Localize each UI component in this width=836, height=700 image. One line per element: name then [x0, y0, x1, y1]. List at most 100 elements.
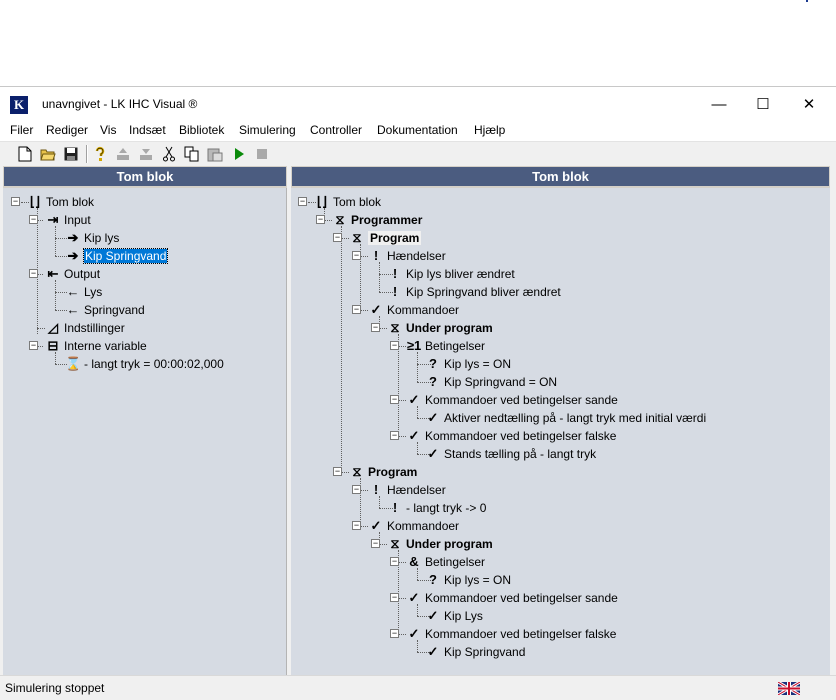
tree-node-kommandoer[interactable]: ✓ Kommandoer — [368, 517, 460, 535]
status-text: Simulering stoppet — [5, 681, 105, 695]
collapse-toggle[interactable]: − — [390, 431, 399, 440]
tree-node-event[interactable]: ! Kip lys bliver ændret — [387, 265, 515, 283]
new-file-icon[interactable] — [17, 146, 33, 162]
tree-node-commands-false[interactable]: ✓ Kommandoer ved betingelser falske — [406, 625, 617, 643]
settings-icon: ◿ — [48, 320, 58, 335]
window-title: unavngivet - LK IHC Visual ® — [42, 97, 198, 111]
menu-indsaet[interactable]: Indsæt — [129, 123, 166, 137]
question-icon: ? — [429, 572, 437, 587]
collapse-toggle[interactable]: − — [298, 197, 307, 206]
and-condition-icon: & — [409, 554, 419, 569]
check-icon: ✓ — [370, 518, 382, 533]
tree-node-programmer[interactable]: ⧖ Programmer — [332, 211, 422, 229]
tree-node-kip-lys[interactable]: ➔ Kip lys — [65, 229, 120, 247]
toolbar — [0, 141, 836, 167]
collapse-toggle[interactable]: − — [316, 215, 325, 224]
event-icon: ! — [392, 500, 398, 515]
uk-flag-icon[interactable] — [778, 682, 800, 695]
help-icon[interactable] — [92, 146, 108, 162]
collapse-toggle[interactable]: − — [371, 323, 380, 332]
tree-node-input[interactable]: ⇥ Input — [45, 211, 91, 229]
tree-node-event[interactable]: ! - langt tryk -> 0 — [387, 499, 487, 517]
tree-node-command[interactable]: ✓ Stands tælling på - langt tryk — [425, 445, 597, 463]
tree-node-program[interactable]: ⧖ Program — [349, 229, 422, 247]
tree-node-betingelser[interactable]: & Betingelser — [406, 553, 485, 571]
menu-controller[interactable]: Controller — [310, 123, 362, 137]
tree-node-condition[interactable]: ? Kip lys = ON — [425, 571, 511, 589]
collapse-toggle[interactable]: − — [352, 305, 361, 314]
tree-node-commands-false[interactable]: ✓ Kommandoer ved betingelser falske — [406, 427, 617, 445]
menu-dokumentation[interactable]: Dokumentation — [377, 123, 458, 137]
cut-icon[interactable] — [161, 146, 177, 162]
tree-node-kommandoer[interactable]: ✓ Kommandoer — [368, 301, 460, 319]
collapse-toggle[interactable]: − — [29, 215, 38, 224]
tree-node-command[interactable]: ✓ Kip Springvand — [425, 643, 526, 661]
tree-node-springvand[interactable]: ← Springvand — [65, 301, 145, 319]
collapse-toggle[interactable]: − — [371, 539, 380, 548]
check-icon: ✓ — [427, 410, 439, 425]
event-icon: ! — [392, 266, 398, 281]
tree-node-program[interactable]: ⧖ Program — [349, 463, 417, 481]
menu-bibliotek[interactable]: Bibliotek — [179, 123, 224, 137]
collapse-toggle[interactable]: − — [390, 341, 399, 350]
tree-node-haendelser[interactable]: ! Hændelser — [368, 247, 446, 265]
collapse-toggle[interactable]: − — [352, 521, 361, 530]
copy-icon[interactable] — [184, 146, 200, 162]
tree-node-output[interactable]: ⇤ Output — [45, 265, 100, 283]
tree-node-command[interactable]: ✓ Aktiver nedtælling på - langt tryk med … — [425, 409, 707, 427]
download-icon[interactable] — [138, 146, 154, 162]
block-icon: ⌊⌋ — [316, 194, 328, 209]
menu-filer[interactable]: Filer — [10, 123, 33, 137]
tree-node-langt-tryk[interactable]: ⌛ - langt tryk = 00:00:02,000 — [65, 355, 224, 373]
tree-node-commands-true[interactable]: ✓ Kommandoer ved betingelser sande — [406, 391, 618, 409]
tree-node-event[interactable]: ! Kip Springvand bliver ændret — [387, 283, 561, 301]
tree-node-condition[interactable]: ? Kip lys = ON — [425, 355, 511, 373]
tree-node-tom-blok[interactable]: ⌊⌋ Tom blok — [314, 193, 381, 211]
left-tree[interactable]: − − − − ⌊⌋ Tom blok ⇥ Input ➔ Kip lys ➔ Kip … — [3, 188, 287, 675]
menu-simulering[interactable]: Simulering — [239, 123, 296, 137]
tree-node-condition[interactable]: ? Kip Springvand = ON — [425, 373, 557, 391]
collapse-toggle[interactable]: − — [352, 251, 361, 260]
tree-node-interne-variable[interactable]: ⊟ Interne variable — [45, 337, 147, 355]
stop-icon[interactable] — [254, 146, 270, 162]
open-folder-icon[interactable] — [40, 146, 56, 162]
tree-node-kip-springvand[interactable]: ➔ Kip Springvand — [65, 247, 169, 265]
menu-rediger[interactable]: Rediger — [46, 123, 88, 137]
run-icon[interactable] — [231, 146, 247, 162]
tree-node-haendelser[interactable]: ! Hændelser — [368, 481, 446, 499]
collapse-toggle[interactable]: − — [390, 395, 399, 404]
title-bar: K unavngivet - LK IHC Visual ® — ☐ ✕ — [0, 87, 836, 121]
menu-vis[interactable]: Vis — [100, 123, 116, 137]
tree-node-betingelser[interactable]: ≥1 Betingelser — [406, 337, 485, 355]
collapse-toggle[interactable]: − — [29, 341, 38, 350]
minimize-button[interactable]: — — [696, 87, 742, 121]
tree-node-lys[interactable]: ← Lys — [65, 283, 103, 301]
tree-node-command[interactable]: ✓ Kip Lys — [425, 607, 483, 625]
question-icon: ? — [429, 374, 437, 389]
save-icon[interactable] — [63, 146, 79, 162]
program-icon: ⧖ — [352, 230, 362, 245]
collapse-toggle[interactable]: − — [390, 593, 399, 602]
tree-node-under-program[interactable]: ⧖ Under program — [387, 535, 492, 553]
collapse-toggle[interactable]: − — [333, 467, 342, 476]
menu-hjaelp[interactable]: Hjælp — [474, 123, 505, 137]
app-logo-icon: K — [10, 96, 28, 114]
check-icon: ✓ — [427, 446, 439, 461]
collapse-toggle[interactable]: − — [333, 233, 342, 242]
close-button[interactable]: ✕ — [786, 87, 832, 121]
event-icon: ! — [373, 248, 379, 263]
tree-node-tom-blok[interactable]: ⌊⌋ Tom blok — [27, 193, 94, 211]
upload-icon[interactable] — [115, 146, 131, 162]
collapse-toggle[interactable]: − — [352, 485, 361, 494]
maximize-button[interactable]: ☐ — [740, 87, 786, 121]
tree-node-commands-true[interactable]: ✓ Kommandoer ved betingelser sande — [406, 589, 618, 607]
collapse-toggle[interactable]: − — [11, 197, 20, 206]
collapse-toggle[interactable]: − — [390, 629, 399, 638]
check-icon: ✓ — [408, 392, 420, 407]
tree-node-indstillinger[interactable]: ◿ Indstillinger — [45, 319, 125, 337]
collapse-toggle[interactable]: − — [29, 269, 38, 278]
paste-icon[interactable] — [207, 146, 223, 162]
right-tree[interactable]: − − − − − − − − − − − − − − − − ⌊⌋ Tom bl… — [291, 188, 830, 675]
tree-node-under-program[interactable]: ⧖ Under program — [387, 319, 492, 337]
collapse-toggle[interactable]: − — [390, 557, 399, 566]
